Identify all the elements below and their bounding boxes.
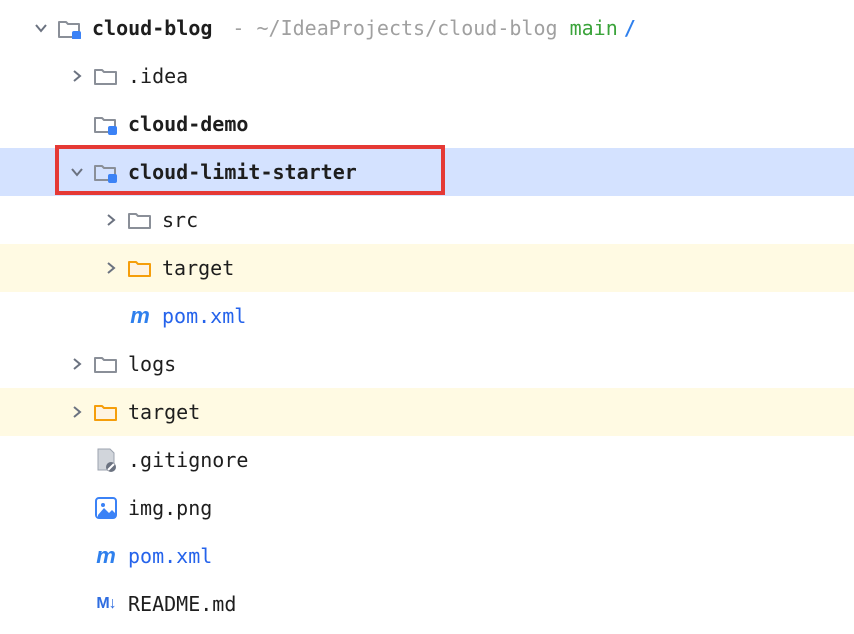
tree-item-label: logs <box>128 352 176 376</box>
tree-row[interactable]: cloud-demo <box>0 100 854 148</box>
image-icon <box>94 496 118 520</box>
tree-item-label: pom.xml <box>162 304 246 328</box>
chevron-right-icon[interactable] <box>66 401 88 423</box>
chevron-right-icon[interactable] <box>66 353 88 375</box>
tree-item-label: target <box>128 400 200 424</box>
markdown-icon: M↓ <box>94 592 118 616</box>
divider: / <box>624 16 636 40</box>
module-icon <box>94 160 118 184</box>
tree-row[interactable]: M↓ README.md <box>0 580 854 628</box>
tree-row[interactable]: m pom.xml <box>0 532 854 580</box>
project-tree: cloud-blog - ~/IdeaProjects/cloud-blog m… <box>0 0 854 628</box>
tree-root-row[interactable]: cloud-blog - ~/IdeaProjects/cloud-blog m… <box>0 4 854 52</box>
folder-icon <box>94 64 118 88</box>
maven-icon: m <box>94 544 118 568</box>
tree-item-label: img.png <box>128 496 212 520</box>
tree-item-label: .idea <box>128 64 188 88</box>
tree-item-label: cloud-demo <box>128 112 248 136</box>
tree-row[interactable]: cloud-limit-starter <box>0 148 854 196</box>
folder-orange-icon <box>94 400 118 424</box>
tree-row[interactable]: img.png <box>0 484 854 532</box>
gitignore-icon <box>94 448 118 472</box>
tree-item-label: README.md <box>128 592 236 616</box>
chevron-right-icon[interactable] <box>100 209 122 231</box>
tree-row[interactable]: target <box>0 388 854 436</box>
chevron-right-icon[interactable] <box>66 65 88 87</box>
tree-item-label: cloud-limit-starter <box>128 160 357 184</box>
module-icon <box>58 16 82 40</box>
module-icon <box>94 112 118 136</box>
tree-item-label: .gitignore <box>128 448 248 472</box>
tree-item-label: src <box>162 208 198 232</box>
tree-row[interactable]: src <box>0 196 854 244</box>
chevron-right-icon[interactable] <box>100 257 122 279</box>
tree-row[interactable]: .idea <box>0 52 854 100</box>
folder-orange-icon <box>128 256 152 280</box>
tree-row[interactable]: logs <box>0 340 854 388</box>
tree-row[interactable]: target <box>0 244 854 292</box>
folder-icon <box>128 208 152 232</box>
folder-icon <box>94 352 118 376</box>
maven-icon: m <box>128 304 152 328</box>
root-path: - ~/IdeaProjects/cloud-blog main/ <box>232 16 635 40</box>
chevron-down-icon[interactable] <box>30 17 52 39</box>
tree-item-label: target <box>162 256 234 280</box>
tree-row[interactable]: .gitignore <box>0 436 854 484</box>
root-name: cloud-blog <box>92 16 212 40</box>
chevron-down-icon[interactable] <box>66 161 88 183</box>
git-branch: main <box>570 16 618 40</box>
tree-row[interactable]: m pom.xml <box>0 292 854 340</box>
tree-item-label: pom.xml <box>128 544 212 568</box>
